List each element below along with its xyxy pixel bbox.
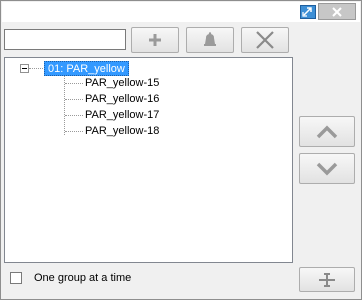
detach-window-icon (300, 5, 316, 19)
move-up-button[interactable] (299, 116, 355, 147)
tree-child-item[interactable]: PAR_yellow-17 (85, 108, 159, 123)
bell-icon (204, 32, 216, 46)
tree-connector (65, 131, 83, 132)
group-manager-window: 01: PAR_yellow PAR_yellow-15 PAR_yellow-… (0, 0, 362, 300)
one-group-label: One group at a time (34, 272, 132, 284)
move-down-button[interactable] (299, 153, 355, 184)
bell-button[interactable] (186, 27, 234, 53)
one-group-checkbox[interactable] (10, 272, 22, 284)
tree-root-item[interactable]: 01: PAR_yellow (44, 61, 129, 76)
tree-child-item[interactable]: PAR_yellow-15 (85, 76, 159, 91)
plus-icon (149, 34, 161, 46)
tree-connector (29, 68, 43, 69)
title-bar (2, 2, 360, 22)
close-button[interactable] (318, 3, 356, 20)
split-button[interactable] (299, 267, 355, 292)
tree-connector (65, 83, 83, 84)
tree-connector (64, 76, 65, 135)
chevron-up-icon (316, 125, 338, 138)
tree-connector (65, 99, 83, 100)
collapse-toggle[interactable] (20, 64, 29, 73)
split-icon (319, 272, 335, 287)
chevron-down-icon (316, 162, 338, 175)
group-tree[interactable]: 01: PAR_yellow PAR_yellow-15 PAR_yellow-… (4, 57, 293, 263)
tree-child-item[interactable]: PAR_yellow-16 (85, 92, 159, 107)
delete-group-button[interactable] (241, 27, 289, 53)
x-icon (256, 31, 274, 49)
close-icon (332, 6, 342, 17)
tree-connector (65, 115, 83, 116)
search-input[interactable] (4, 29, 126, 50)
detach-window-button[interactable] (297, 4, 319, 20)
tree-child-item[interactable]: PAR_yellow-18 (85, 124, 159, 139)
add-group-button[interactable] (131, 27, 179, 53)
